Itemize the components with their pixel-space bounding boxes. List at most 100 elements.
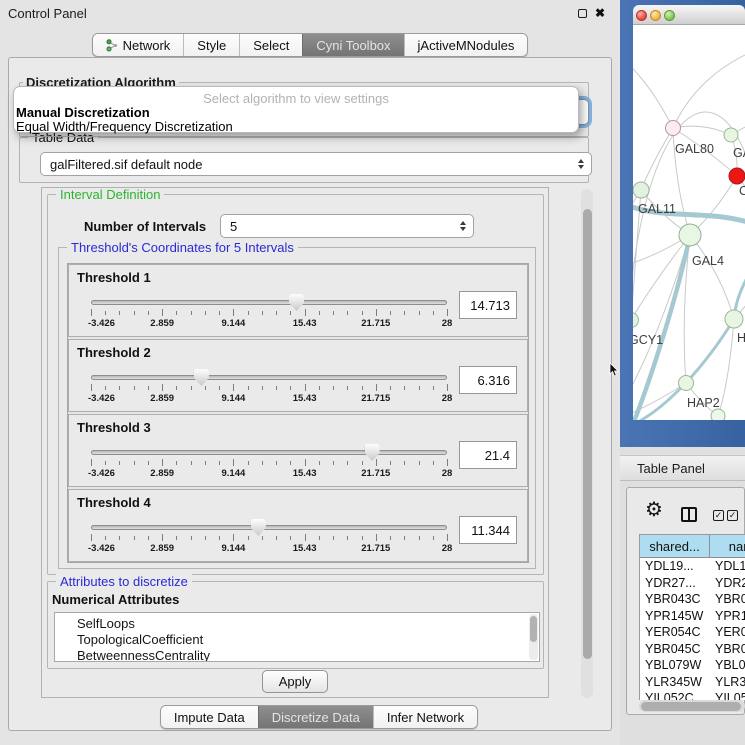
- threshold-value-field[interactable]: 21.4: [459, 441, 517, 469]
- threshold-value-field[interactable]: 6.316: [459, 366, 517, 394]
- network-node: [711, 409, 725, 420]
- threshold-slider[interactable]: -3.4262.8599.14415.4321.71528: [91, 293, 447, 333]
- table-row[interactable]: YBR043CYBR043C: [640, 591, 745, 608]
- top-tab-bar: NetworkStyle Select Cyni ToolboxjActiveMNo…: [0, 33, 620, 57]
- float-window-icon[interactable]: [578, 9, 587, 18]
- table-cell[interactable]: YIL052C: [710, 690, 745, 700]
- table-cell[interactable]: YER054C: [640, 624, 710, 641]
- minimize-traffic-light[interactable]: [650, 10, 661, 21]
- node-attribute-table[interactable]: shared...name YDL19...YDL19...YDR27...YD…: [639, 534, 745, 700]
- scrollbar-thumb[interactable]: [641, 702, 741, 711]
- slider-track[interactable]: [91, 375, 447, 380]
- threshold-slider[interactable]: -3.4262.8599.14415.4321.71528: [91, 368, 447, 408]
- slider-track[interactable]: [91, 300, 447, 305]
- tab-impute-data[interactable]: Impute Data: [161, 706, 258, 728]
- tab-jactivemnodules[interactable]: jActiveMNodules: [404, 34, 528, 56]
- tab-select[interactable]: Select: [239, 34, 302, 56]
- table-row[interactable]: YLR345WYLR345W: [640, 674, 745, 691]
- panel-vertical-scrollbar[interactable]: [581, 189, 593, 698]
- threshold-row: Threshold 2 -3.4262.8599.14415.4321.7152…: [68, 339, 528, 412]
- tab-style[interactable]: Style: [183, 34, 239, 56]
- threshold-label: Threshold 4: [77, 495, 151, 510]
- table-data-combobox[interactable]: galFiltered.sif default node: [40, 152, 592, 176]
- attribute-item[interactable]: BetweennessCentrality: [55, 648, 539, 662]
- table-cell[interactable]: YIL052C: [640, 690, 710, 700]
- table-panel-title: Table Panel: [637, 461, 705, 476]
- network-canvas[interactable]: GAL80GACGAL11GAL4GCY1HAHAP2: [633, 25, 745, 420]
- threshold-label: Threshold 1: [77, 270, 151, 285]
- combo-spinner-icon: [460, 221, 466, 231]
- slider-track[interactable]: [91, 525, 447, 530]
- threshold-slider[interactable]: -3.4262.8599.14415.4321.71528: [91, 443, 447, 483]
- menu-item-equal-width-frequency[interactable]: Equal Width/Frequency Discretization: [16, 119, 233, 134]
- tab-label: Select: [253, 38, 289, 53]
- table-cell[interactable]: YBR043C: [710, 591, 745, 608]
- table-cell[interactable]: YLR345W: [640, 674, 710, 691]
- attribute-list-scrollbar[interactable]: [529, 614, 538, 660]
- table-cell[interactable]: YBR043C: [640, 591, 710, 608]
- thresholds-group: Threshold's Coordinates for 5 Intervals …: [58, 247, 536, 569]
- column-header[interactable]: shared...: [640, 535, 710, 557]
- table-cell[interactable]: YBR045C: [640, 641, 710, 658]
- thresholds-container: Threshold 1 -3.4262.8599.14415.4321.7152…: [67, 263, 529, 563]
- threshold-value-field[interactable]: 14.713: [459, 291, 517, 319]
- network-graph[interactable]: GAL80GACGAL11GAL4GCY1HAHAP2: [633, 25, 745, 420]
- close-traffic-light[interactable]: [636, 10, 647, 21]
- table-cell[interactable]: YDR27...: [710, 575, 745, 592]
- table-panel-titlebar: Table Panel: [620, 455, 745, 481]
- tab-network[interactable]: Network: [93, 34, 184, 56]
- attribute-item[interactable]: SelfLoops: [55, 616, 539, 632]
- network-edge: [633, 235, 690, 420]
- table-cell[interactable]: YDR27...: [640, 575, 710, 592]
- checkbox-icon[interactable]: ✓: [713, 510, 724, 521]
- node-label: HA: [737, 331, 745, 345]
- table-row[interactable]: YBR045CYBR045C: [640, 641, 745, 658]
- table-data-group: Table Data galFiltered.sif default node: [19, 137, 589, 183]
- threshold-label: Threshold 2: [77, 345, 151, 360]
- table-cell[interactable]: YER054C: [710, 624, 745, 641]
- threshold-slider[interactable]: -3.4262.8599.14415.4321.71528: [91, 518, 447, 558]
- table-row[interactable]: YPR145WYPR145W: [640, 608, 745, 625]
- table-row[interactable]: YDL19...YDL19...: [640, 558, 745, 575]
- table-row[interactable]: YDR27...YDR27...: [640, 575, 745, 592]
- table-horizontal-scrollbar[interactable]: [639, 700, 745, 712]
- table-cell[interactable]: YPR145W: [710, 608, 745, 625]
- table-body: YDL19...YDL19...YDR27...YDR27...YBR043CY…: [640, 558, 745, 700]
- apply-button[interactable]: Apply: [262, 670, 328, 693]
- network-node: [633, 182, 649, 198]
- table-row[interactable]: YIL052CYIL052C: [640, 690, 745, 700]
- scrollbar-thumb[interactable]: [530, 616, 537, 642]
- close-icon[interactable]: ✖: [595, 7, 605, 19]
- scrollbar-thumb[interactable]: [583, 209, 592, 659]
- table-cell[interactable]: YBL079W: [710, 657, 745, 674]
- table-cell[interactable]: YDL19...: [640, 558, 710, 575]
- table-cell[interactable]: YBR045C: [710, 641, 745, 658]
- checkbox-icon[interactable]: ✓: [727, 510, 738, 521]
- table-cell[interactable]: YPR145W: [640, 608, 710, 625]
- tab-cyni-toolbox[interactable]: Cyni Toolbox: [302, 34, 403, 56]
- tab-infer-network[interactable]: Infer Network: [373, 706, 477, 728]
- slider-track[interactable]: [91, 450, 447, 455]
- slider-ticks: [91, 384, 447, 393]
- tab-discretize-data[interactable]: Discretize Data: [258, 706, 373, 728]
- zoom-traffic-light[interactable]: [664, 10, 675, 21]
- table-cell[interactable]: YDL19...: [710, 558, 745, 575]
- threshold-value-field[interactable]: 11.344: [459, 516, 517, 544]
- node-label: GAL80: [675, 142, 714, 156]
- gear-icon[interactable]: ⚙: [645, 500, 663, 520]
- table-cell[interactable]: YLR345W: [710, 674, 745, 691]
- menu-item-manual-discretization[interactable]: Manual Discretization: [16, 105, 150, 120]
- table-row[interactable]: YER054CYER054C: [640, 624, 745, 641]
- numerical-attributes-list[interactable]: SelfLoopsTopologicalCoefficientBetweenne…: [54, 612, 540, 662]
- number-of-intervals-combobox[interactable]: 5: [220, 214, 474, 238]
- network-node: [679, 224, 701, 246]
- network-edge: [633, 235, 690, 395]
- attribute-item[interactable]: TopologicalCoefficient: [55, 632, 539, 648]
- column-header[interactable]: name: [710, 535, 745, 557]
- bottom-tab-group: Impute DataDiscretize DataInfer Network: [160, 705, 478, 729]
- table-row[interactable]: YBL079WYBL079W: [640, 657, 745, 674]
- split-columns-icon[interactable]: [681, 507, 697, 522]
- table-cell[interactable]: YBL079W: [640, 657, 710, 674]
- interval-definition-title: Interval Definition: [56, 187, 164, 202]
- thresholds-group-title: Threshold's Coordinates for 5 Intervals: [67, 240, 298, 255]
